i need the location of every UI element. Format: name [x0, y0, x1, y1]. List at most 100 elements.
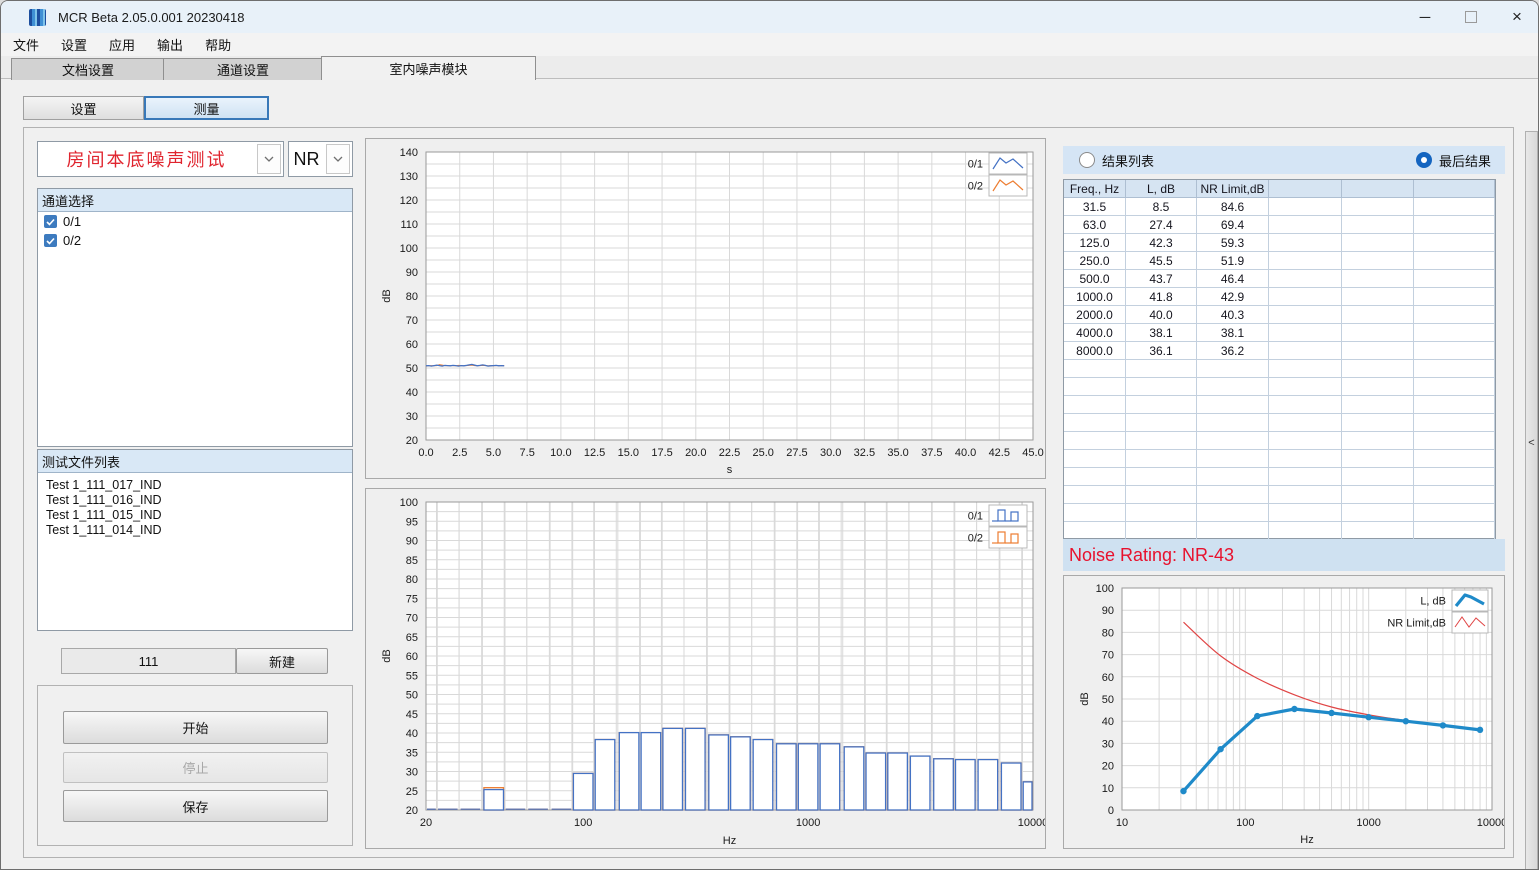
svg-text:20: 20 [406, 805, 418, 817]
app-icon [29, 9, 46, 26]
svg-text:50: 50 [406, 363, 418, 375]
menu-item-0[interactable]: 文件 [3, 33, 49, 56]
svg-text:90: 90 [406, 536, 418, 548]
main-tab-0[interactable]: 文档设置 [11, 58, 165, 80]
menu-item-1[interactable]: 设置 [51, 33, 97, 56]
svg-text:100: 100 [400, 497, 418, 509]
svg-text:100: 100 [400, 243, 418, 255]
table-cell [1269, 360, 1342, 378]
table-cell [1197, 450, 1269, 468]
table-header-cell: Freq., Hz [1064, 180, 1126, 198]
svg-text:60: 60 [1102, 672, 1114, 684]
table-cell [1342, 324, 1414, 342]
table-cell: 500.0 [1064, 270, 1126, 288]
table-cell: 38.1 [1126, 324, 1197, 342]
test-file-item[interactable]: Test 1_111_014_IND [38, 522, 352, 537]
table-cell [1064, 468, 1126, 486]
svg-text:30.0: 30.0 [820, 447, 841, 459]
table-header-row: Freq., HzL, dBNR Limit,dB [1064, 180, 1495, 198]
table-row-empty [1064, 414, 1495, 432]
svg-text:dB: dB [381, 649, 393, 662]
checkbox-icon[interactable] [44, 234, 57, 247]
result-table-body: 31.58.584.663.027.469.4125.042.359.3250.… [1064, 198, 1495, 540]
menu-item-3[interactable]: 输出 [147, 33, 193, 56]
table-cell [1197, 360, 1269, 378]
svg-text:60: 60 [406, 339, 418, 351]
channel-item-0/1[interactable]: 0/1 [38, 212, 352, 231]
last-result-label: 最后结果 [1439, 151, 1491, 170]
table-cell [1414, 486, 1495, 504]
chevron-down-icon[interactable] [257, 144, 281, 174]
table-cell: 40.0 [1126, 306, 1197, 324]
main-tab-2[interactable]: 室内噪声模块 [321, 56, 536, 80]
svg-text:20.0: 20.0 [685, 447, 706, 459]
result-list-radio[interactable] [1079, 152, 1095, 168]
collapse-splitter[interactable]: < [1525, 131, 1538, 870]
menu-item-4[interactable]: 帮助 [195, 33, 241, 56]
chevron-down-icon[interactable] [326, 144, 350, 174]
table-cell [1269, 342, 1342, 360]
test-file-item[interactable]: Test 1_111_016_IND [38, 492, 352, 507]
start-button[interactable]: 开始 [63, 711, 328, 744]
table-row: 4000.038.138.1 [1064, 324, 1495, 342]
table-cell [1414, 360, 1495, 378]
table-cell [1414, 270, 1495, 288]
table-row-empty [1064, 378, 1495, 396]
main-tab-strip: 文档设置通道设置室内噪声模块 [1, 56, 1539, 79]
table-cell [1269, 432, 1342, 450]
tab-measure[interactable]: 测量 [144, 96, 269, 120]
table-cell [1342, 504, 1414, 522]
table-cell [1414, 522, 1495, 540]
svg-text:30: 30 [406, 767, 418, 779]
svg-text:80: 80 [1102, 627, 1114, 639]
menu-item-2[interactable]: 应用 [99, 33, 145, 56]
svg-text:1000: 1000 [796, 817, 820, 829]
svg-text:120: 120 [400, 195, 418, 207]
table-cell [1342, 522, 1414, 540]
table-cell [1414, 252, 1495, 270]
table-cell [1064, 504, 1126, 522]
table-cell [1414, 342, 1495, 360]
table-header-cell: L, dB [1126, 180, 1197, 198]
new-button[interactable]: 新建 [236, 648, 328, 674]
noise-rating-text: Noise Rating: NR-43 [1069, 545, 1234, 566]
test-file-item[interactable]: Test 1_111_017_IND [38, 477, 352, 492]
table-cell [1342, 216, 1414, 234]
table-cell [1342, 306, 1414, 324]
save-button[interactable]: 保存 [63, 790, 328, 822]
table-cell [1197, 396, 1269, 414]
table-cell [1269, 486, 1342, 504]
table-cell: 45.5 [1126, 252, 1197, 270]
table-cell [1064, 522, 1126, 540]
svg-text:0/2: 0/2 [968, 533, 983, 545]
svg-text:40: 40 [1102, 716, 1114, 728]
file-name-input[interactable]: 111 [61, 648, 236, 674]
result-table: Freq., HzL, dBNR Limit,dB 31.58.584.663.… [1063, 179, 1496, 539]
minimize-button[interactable]: ─ [1402, 1, 1448, 33]
svg-text:95: 95 [406, 516, 418, 528]
svg-text:Hz: Hz [723, 835, 736, 847]
svg-text:0/2: 0/2 [968, 181, 983, 193]
last-result-radio[interactable] [1416, 152, 1432, 168]
main-tab-1[interactable]: 通道设置 [163, 58, 323, 80]
test-type-combo[interactable]: 房间本底噪声测试 [37, 141, 284, 177]
table-cell [1197, 414, 1269, 432]
nr-standard-combo[interactable]: NR [288, 141, 353, 177]
maximize-button[interactable] [1448, 1, 1494, 33]
table-cell [1414, 396, 1495, 414]
table-cell [1342, 252, 1414, 270]
checkbox-icon[interactable] [44, 215, 57, 228]
svg-text:70: 70 [406, 315, 418, 327]
table-row: 250.045.551.9 [1064, 252, 1495, 270]
test-file-item[interactable]: Test 1_111_015_IND [38, 507, 352, 522]
close-button[interactable]: × [1494, 1, 1539, 33]
table-cell [1197, 432, 1269, 450]
svg-text:75: 75 [406, 593, 418, 605]
spectrum-chart: 2025303540455055606570758085909510020100… [366, 489, 1045, 848]
table-row: 1000.041.842.9 [1064, 288, 1495, 306]
svg-text:80: 80 [406, 574, 418, 586]
tab-settings[interactable]: 设置 [23, 96, 144, 120]
table-cell: 42.3 [1126, 234, 1197, 252]
channel-item-0/2[interactable]: 0/2 [38, 231, 352, 250]
svg-text:L, dB: L, dB [1420, 596, 1446, 608]
